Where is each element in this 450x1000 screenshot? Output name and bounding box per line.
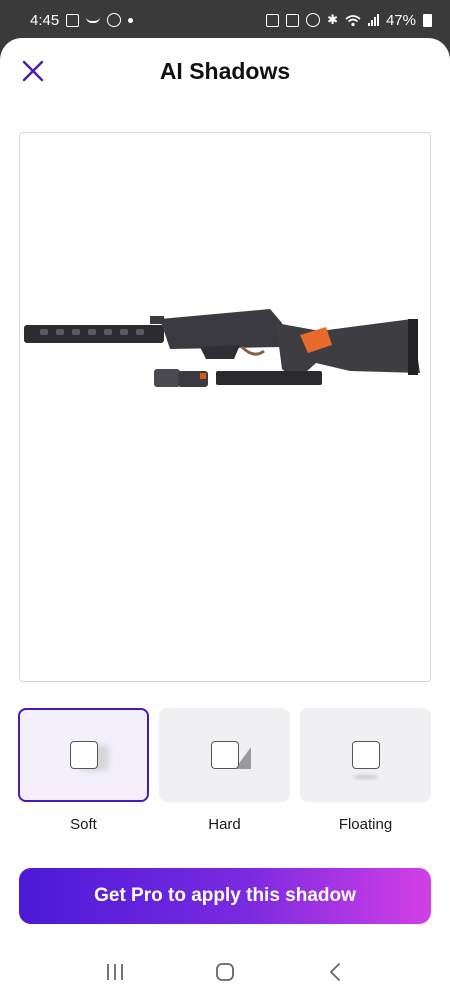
- option-card[interactable]: [159, 708, 290, 802]
- status-left: 4:45: [30, 11, 134, 29]
- recent-apps-icon: [107, 963, 123, 980]
- image-icon: [66, 13, 80, 27]
- shadow-option-floating[interactable]: Floating: [300, 708, 431, 833]
- shadow-option-soft[interactable]: Soft: [18, 708, 149, 833]
- system-nav-bar: [0, 943, 450, 1000]
- image-preview: [19, 132, 431, 682]
- amazon-smile-icon: [86, 17, 101, 23]
- recent-apps-button[interactable]: [95, 952, 135, 992]
- square-icon: [69, 741, 98, 769]
- alarm-icon: [306, 13, 321, 27]
- wifi-icon: [345, 14, 361, 26]
- page-title: AI Shadows: [159, 58, 291, 84]
- get-pro-button[interactable]: Get Pro to apply this shadow: [19, 868, 431, 924]
- square-icon: [351, 741, 380, 769]
- battery-percent: 47%: [385, 11, 416, 29]
- status-bar: 4:45 ✱ 47%: [0, 0, 450, 40]
- home-icon: [216, 962, 234, 981]
- shadow-options: Soft Hard Floating: [18, 708, 432, 848]
- signal-icon: [367, 14, 379, 26]
- floating-shadow-icon: [352, 775, 379, 779]
- option-card[interactable]: [18, 708, 149, 802]
- option-label: Hard: [208, 816, 241, 833]
- option-label: Soft: [70, 816, 97, 833]
- home-button[interactable]: [205, 952, 245, 992]
- shadow-option-hard[interactable]: Hard: [159, 708, 290, 833]
- app-icon: [286, 13, 300, 27]
- product-image: [24, 309, 420, 387]
- back-icon: [330, 962, 340, 981]
- status-right: ✱ 47%: [266, 12, 432, 29]
- option-card[interactable]: [300, 708, 431, 802]
- ai-shadows-sheet: AI Shadows Soft Hard Floating Get Pro to…: [0, 38, 450, 1000]
- header: AI Shadows: [0, 38, 450, 108]
- status-time: 4:45: [30, 11, 60, 29]
- notification-icon: [266, 13, 280, 27]
- whatsapp-icon: [107, 13, 122, 27]
- dot-icon: [128, 17, 134, 23]
- bluetooth-icon: ✱: [327, 12, 338, 27]
- battery-icon: [423, 13, 432, 27]
- option-label: Floating: [338, 816, 393, 833]
- square-icon: [210, 741, 239, 769]
- back-button[interactable]: [315, 952, 355, 992]
